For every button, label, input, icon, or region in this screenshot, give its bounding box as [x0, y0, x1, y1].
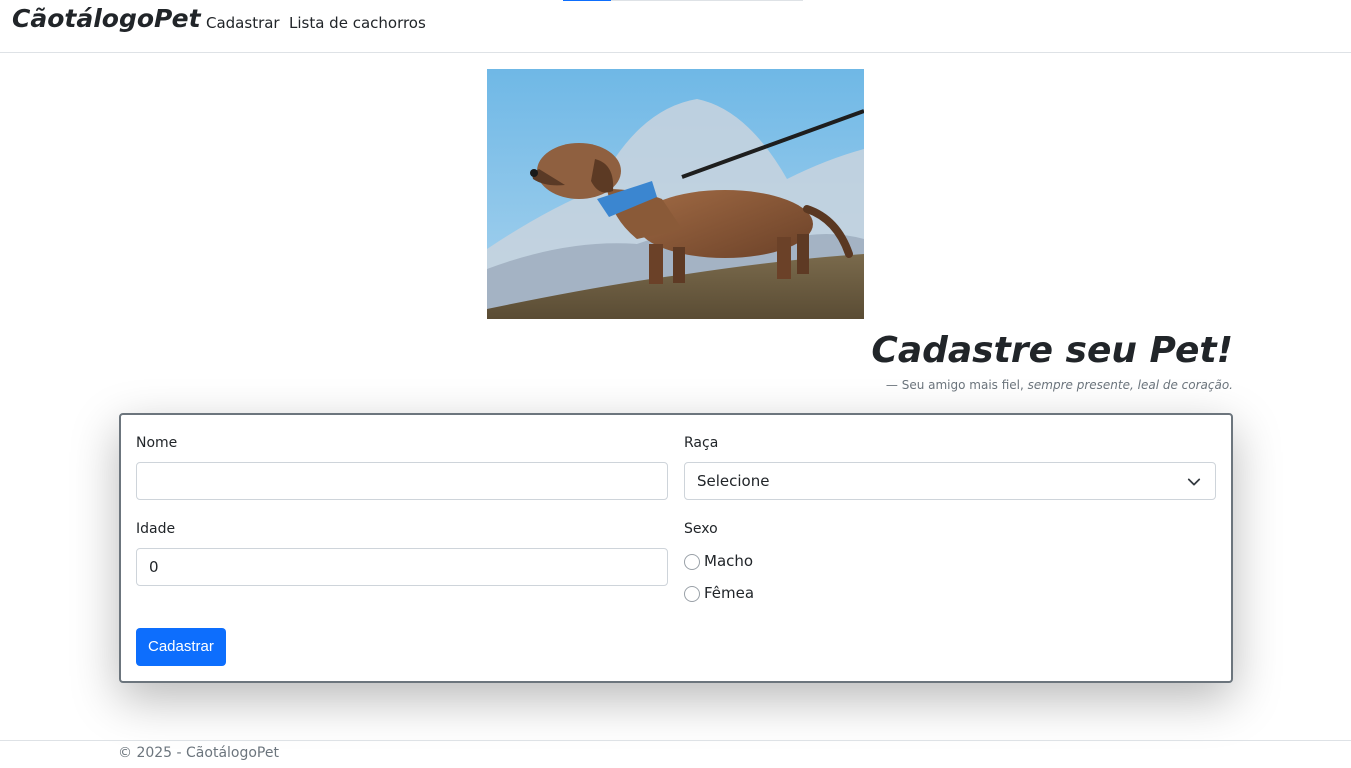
nome-input[interactable]	[136, 462, 668, 500]
brand-logo[interactable]: CãotálogoPet	[12, 4, 201, 33]
navbar: CãotálogoPet Cadastrar Lista de cachorro…	[0, 0, 1351, 53]
raca-select-value: Selecione	[697, 472, 770, 490]
nav-link-cadastrar[interactable]: Cadastrar	[206, 14, 280, 32]
footer-copyright: © 2025 - CãotálogoPet	[118, 745, 279, 761]
idade-input[interactable]	[136, 548, 668, 586]
nome-label: Nome	[136, 435, 178, 451]
dog-photo	[487, 69, 864, 319]
tagline-dash: —	[885, 378, 898, 392]
tagline-italic: sempre presente, leal de coração.	[1027, 378, 1233, 392]
idade-label: Idade	[136, 521, 176, 537]
radio-unchecked-icon[interactable]	[684, 554, 700, 570]
sexo-radio-macho-label: Macho	[704, 552, 754, 570]
sexo-label: Sexo	[684, 521, 718, 537]
page-tagline: — Seu amigo mais fiel, sempre presente, …	[886, 378, 1233, 392]
dog-photo-icon	[487, 69, 864, 319]
loading-progress-bar	[563, 0, 803, 1]
footer: © 2025 - CãotálogoPet	[0, 740, 1351, 768]
nav-link-lista-de-cachorros[interactable]: Lista de cachorros	[289, 14, 426, 32]
cadastrar-button[interactable]: Cadastrar	[136, 628, 226, 666]
pet-registration-form: Nome Raça Selecione Idade Sexo Macho Fêm…	[119, 413, 1233, 683]
tagline-text: Seu amigo mais fiel,	[901, 378, 1024, 392]
page-title: Cadastre seu Pet!	[871, 330, 1233, 371]
loading-progress-fill	[563, 0, 611, 1]
chevron-down-icon	[1187, 478, 1201, 486]
sexo-radio-femea-label: Fêmea	[704, 584, 755, 602]
raca-select[interactable]: Selecione	[684, 462, 1216, 500]
raca-label: Raça	[684, 435, 719, 451]
radio-unchecked-icon[interactable]	[684, 586, 700, 602]
